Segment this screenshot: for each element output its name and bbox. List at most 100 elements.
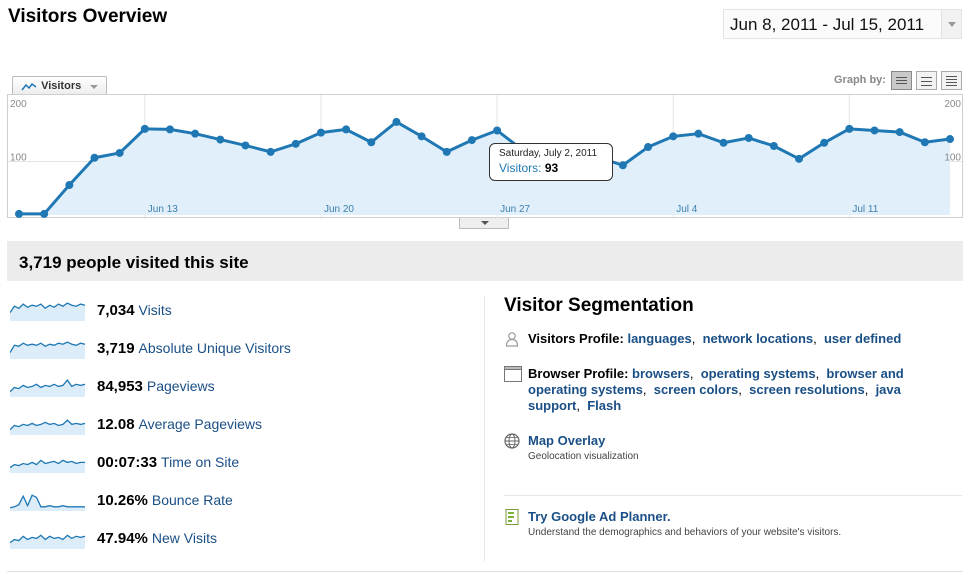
- visitors-chart-svg: Jun 13 Jun 20 Jun 27 Jul 4 Jul 11 200 200 100 10…: [8, 95, 964, 219]
- browser-window-icon: [504, 366, 522, 382]
- sparkline: [10, 459, 85, 473]
- date-range-text: Jun 8, 2011 - Jul 15, 2011: [730, 15, 925, 34]
- data-point: [719, 138, 728, 147]
- summary-bar: 3,719 people visited this site: [7, 241, 963, 281]
- link-ad-planner[interactable]: Try Google Ad Planner.: [528, 509, 928, 525]
- stat-link[interactable]: Absolute Unique Visitors: [139, 340, 291, 356]
- data-point: [669, 132, 678, 141]
- tooltip-value: 93: [544, 161, 559, 175]
- data-point: [291, 139, 300, 148]
- date-range-picker[interactable]: Jun 8, 2011 - Jul 15, 2011: [723, 9, 962, 39]
- data-point: [644, 143, 653, 152]
- y-tick-label-right: 100: [944, 153, 961, 164]
- data-point: [895, 128, 904, 137]
- y-tick-label-left: 200: [10, 99, 27, 110]
- globe-icon: [504, 433, 520, 449]
- data-point: [90, 153, 99, 162]
- data-point: [266, 147, 275, 156]
- link-operating-systems[interactable]: operating systems: [701, 366, 816, 381]
- browser-profile-label: Browser Profile:: [528, 366, 629, 381]
- stat-link[interactable]: Bounce Rate: [152, 492, 233, 508]
- ad-planner-icon: [505, 509, 519, 525]
- column-divider: [484, 296, 485, 561]
- stat-link[interactable]: Average Pageviews: [139, 416, 262, 432]
- sparkline: [10, 419, 86, 435]
- data-point: [694, 129, 703, 138]
- x-tick-label: Jun 13: [148, 204, 178, 215]
- stat-value: 3,719 Absolute Unique Visitors: [97, 340, 291, 357]
- sparkline: [10, 534, 86, 549]
- data-point: [417, 132, 426, 141]
- stat-value: 00:07:33 Time on Site: [97, 454, 240, 471]
- data-point: [820, 138, 829, 147]
- tooltip-date: Saturday, July 2, 2011: [499, 148, 598, 159]
- summary-text: 3,719 people visited this site: [19, 253, 249, 272]
- data-point: [140, 124, 149, 133]
- data-point: [618, 161, 627, 170]
- tooltip-metric: Visitors: 93: [499, 161, 612, 175]
- data-point: [870, 126, 879, 135]
- data-point: [467, 136, 476, 145]
- link-browsers[interactable]: browsers: [632, 366, 690, 381]
- data-point: [316, 128, 325, 137]
- x-tick-label: Jul 11: [852, 204, 878, 215]
- data-point: [15, 209, 23, 218]
- ad-planner-subtitle: Understand the demographics and behavior…: [528, 527, 842, 538]
- sparkline: [10, 494, 85, 511]
- data-point: [795, 154, 804, 163]
- graph-by-label: Graph by:: [834, 74, 886, 86]
- stat-link[interactable]: Time on Site: [161, 454, 239, 470]
- stat-value: 7,034 Visits: [97, 302, 172, 319]
- person-icon: [505, 332, 519, 347]
- data-point: [946, 135, 954, 144]
- sparkline-area: [10, 420, 85, 435]
- segmentation-title: Visitor Segmentation: [504, 295, 694, 316]
- data-point: [920, 138, 929, 147]
- link-network-locations[interactable]: network locations: [703, 331, 814, 346]
- link-screen-colors[interactable]: screen colors: [654, 382, 739, 397]
- x-tick-label: Jun 27: [500, 204, 530, 215]
- visitors-profile-label: Visitors Profile:: [528, 331, 624, 346]
- chart-expand-handle[interactable]: [459, 218, 509, 229]
- data-point: [845, 124, 854, 133]
- link-user-defined[interactable]: user defined: [824, 331, 901, 346]
- sparkline: [10, 379, 86, 397]
- data-point: [744, 133, 753, 142]
- graph-by-month-button[interactable]: [941, 71, 962, 90]
- data-point: [442, 147, 451, 156]
- link-flash[interactable]: Flash: [587, 398, 621, 413]
- stat-link[interactable]: Visits: [139, 302, 172, 318]
- link-screen-resolutions[interactable]: screen resolutions: [749, 382, 865, 397]
- page-title: Visitors Overview: [8, 6, 168, 27]
- metric-selector[interactable]: Visitors: [12, 76, 107, 95]
- graph-by-day-button[interactable]: [891, 71, 912, 90]
- stat-value: 47.94% New Visits: [97, 530, 217, 547]
- link-languages[interactable]: languages: [627, 331, 691, 346]
- data-point: [40, 209, 49, 218]
- graph-by-week-button[interactable]: [916, 71, 937, 90]
- bottom-divider: [7, 571, 963, 572]
- data-point: [342, 125, 351, 134]
- sparkline-area: [10, 380, 85, 397]
- stat-value: 10.26% Bounce Rate: [97, 492, 233, 509]
- map-overlay-subtitle: Geolocation visualization: [528, 451, 639, 462]
- chevron-down-icon[interactable]: [941, 10, 961, 38]
- stat-value: 84,953 Pageviews: [97, 378, 215, 395]
- x-tick-label: Jun 20: [324, 204, 354, 215]
- data-point: [769, 141, 778, 150]
- data-point: [392, 117, 401, 126]
- link-map-overlay[interactable]: Map Overlay: [528, 433, 928, 449]
- data-point: [216, 135, 225, 144]
- tooltip-metric-label: Visitors:: [499, 161, 542, 175]
- stat-link[interactable]: New Visits: [152, 530, 217, 546]
- sparkline-area: [10, 495, 85, 511]
- y-tick-label-right: 200: [944, 99, 961, 110]
- visitors-chart[interactable]: Jun 13 Jun 20 Jun 27 Jul 4 Jul 11 200 200 100 10…: [7, 94, 964, 219]
- line-chart-icon: [21, 82, 37, 91]
- data-point: [115, 148, 124, 157]
- metric-selector-label: Visitors: [41, 80, 82, 92]
- sparkline: [10, 341, 86, 359]
- data-point: [367, 138, 376, 147]
- data-point: [191, 129, 200, 138]
- stat-link[interactable]: Pageviews: [147, 378, 215, 394]
